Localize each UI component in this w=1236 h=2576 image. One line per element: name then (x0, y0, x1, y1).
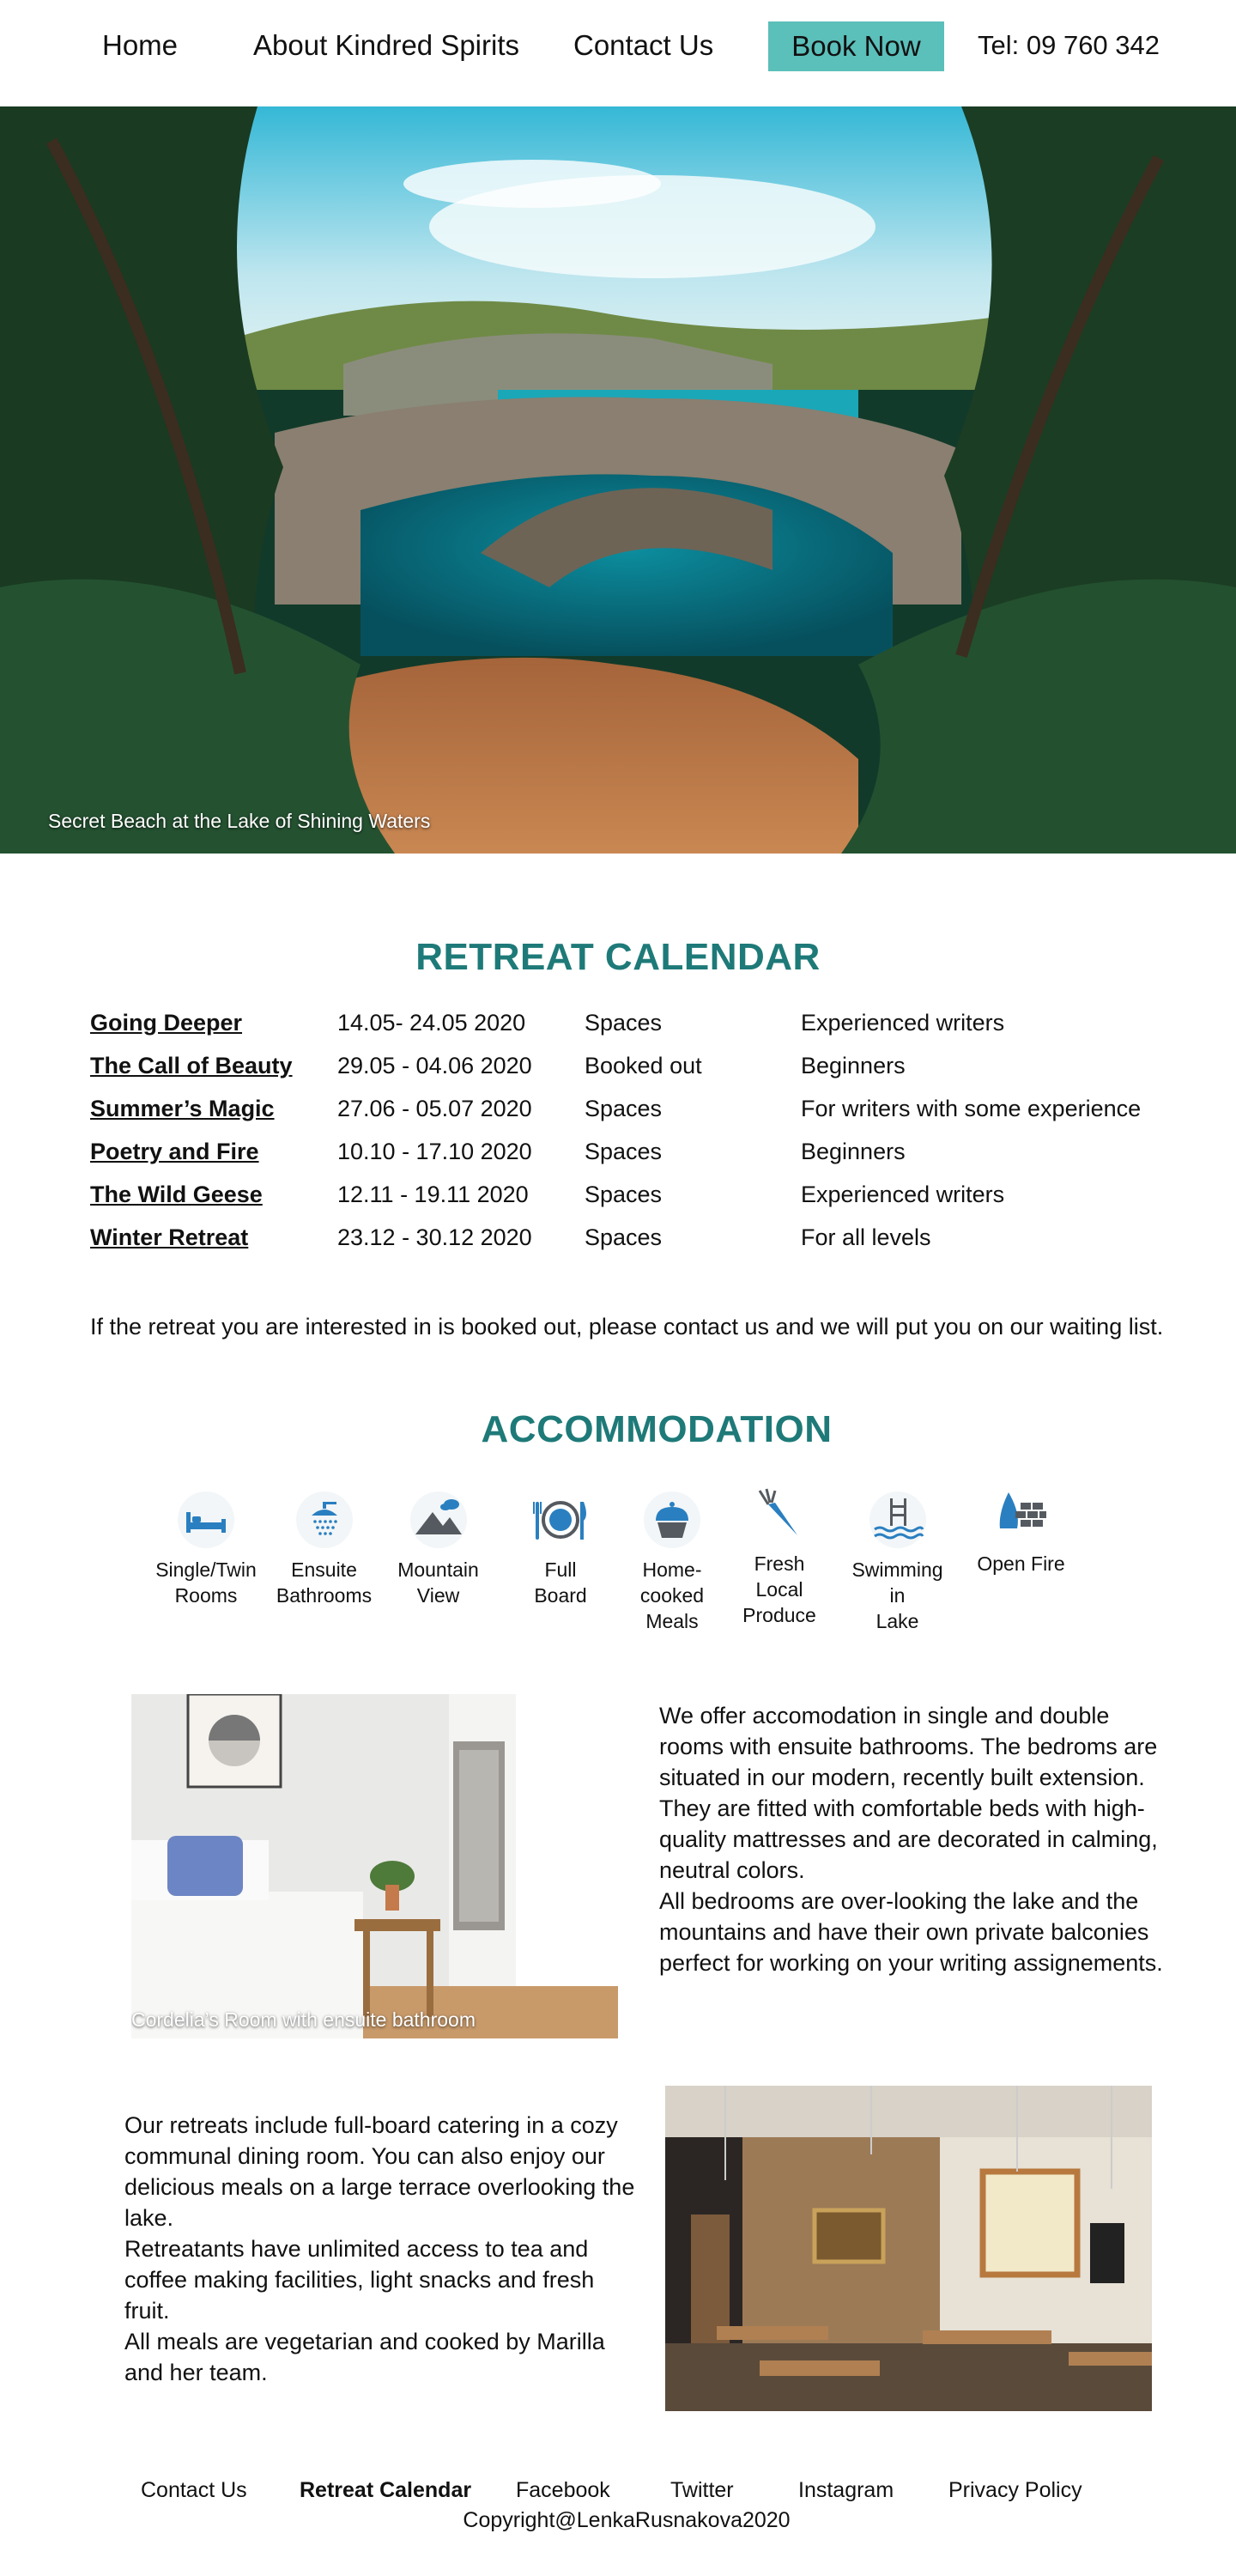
amenity-label: Open Fire (977, 1552, 1065, 1575)
retreat-level: Experienced writers (801, 1010, 1005, 1036)
retreat-status: Spaces (585, 1224, 663, 1250)
retreat-name-link[interactable]: The Wild Geese (90, 1182, 263, 1208)
top-navigation: Home About Kindred Spirits Contact Us Bo… (0, 0, 1236, 106)
retreat-level: Experienced writers (801, 1182, 1005, 1207)
amenity-label: Rooms (174, 1584, 238, 1607)
amenity-label: Board (534, 1584, 587, 1607)
room-description: We offer accomodation in single and doub… (659, 1700, 1174, 1978)
amenity-swimming: Swimming in Lake (844, 1490, 951, 1634)
hero-landscape-illustration (0, 106, 1236, 854)
retreat-name-link[interactable]: Going Deeper (90, 1010, 242, 1036)
retreat-dates: 23.12 - 30.12 2020 (337, 1224, 532, 1250)
room-photo: Cordelia’s Room with ensuite bathroom (131, 1694, 618, 2038)
dining-description-paragraph: Retreatants have unlimited access to tea… (124, 2236, 595, 2324)
mountain-icon (409, 1492, 467, 1548)
retreat-dates: 12.11 - 19.11 2020 (337, 1182, 529, 1207)
retreat-dates: 27.06 - 05.07 2020 (337, 1096, 532, 1121)
amenity-label: View (416, 1584, 460, 1607)
hero-caption: Secret Beach at the Lake of Shining Wate… (48, 810, 431, 832)
dining-description-paragraph: All meals are vegetarian and cooked by M… (124, 2329, 605, 2385)
amenity-label: Full (544, 1558, 577, 1581)
retreat-name-link[interactable]: Poetry and Fire (90, 1139, 259, 1165)
footer-contact-link[interactable]: Contact Us (141, 2478, 247, 2503)
table-row: Summer’s Magic 27.06 - 05.07 2020 Spaces… (90, 1096, 1206, 1139)
accommodation-title: ACCOMMODATION (481, 1408, 833, 1450)
retreat-level: Beginners (801, 1053, 906, 1078)
carrot-icon (758, 1488, 797, 1535)
copyright-text: Copyright@LenkaRusnakova2020 (463, 2508, 791, 2532)
footer-calendar-link[interactable]: Retreat Calendar (300, 2478, 471, 2503)
retreat-status: Spaces (585, 1182, 663, 1207)
table-row: Winter Retreat 23.12 - 30.12 2020 Spaces… (90, 1224, 1206, 1267)
retreat-name-link[interactable]: The Call of Beauty (90, 1053, 293, 1079)
nav-home-link[interactable]: Home (102, 26, 178, 65)
amenity-home-cooked: Home- cooked Meals (629, 1490, 715, 1634)
bedroom-illustration (131, 1694, 618, 2038)
retreat-level: For all levels (801, 1224, 931, 1250)
amenity-label: Local (755, 1578, 803, 1601)
phone-number: Tel: 09 760 342 (978, 30, 1160, 60)
table-row: The Wild Geese 12.11 - 19.11 2020 Spaces… (90, 1182, 1206, 1224)
retreat-calendar-table: Going Deeper 14.05- 24.05 2020 Spaces Ex… (90, 1010, 1206, 1267)
amenity-label: Produce (742, 1604, 816, 1626)
retreat-level: Beginners (801, 1139, 906, 1164)
amenity-label: Lake (876, 1610, 919, 1632)
calendar-title: RETREAT CALENDAR (415, 936, 821, 978)
amenity-label: Home- (642, 1558, 702, 1581)
shower-icon (295, 1492, 353, 1548)
dining-room-photo (665, 2086, 1152, 2411)
amenity-label: in (889, 1584, 906, 1607)
hero-image: Secret Beach at the Lake of Shining Wate… (0, 106, 1236, 854)
amenity-label: Fresh (754, 1552, 805, 1575)
footer-facebook-link[interactable]: Facebook (516, 2478, 610, 2503)
cupcake-icon (644, 1492, 700, 1548)
amenity-bathrooms: Ensuite Bathrooms (266, 1490, 382, 1608)
amenity-label: Swimming (851, 1558, 943, 1581)
retreat-level: For writers with some experience (801, 1096, 1142, 1121)
retreat-dates: 29.05 - 04.06 2020 (337, 1053, 532, 1078)
room-description-paragraph: All bedrooms are over-looking the lake a… (659, 1888, 1163, 1976)
footer-twitter-link[interactable]: Twitter (670, 2478, 734, 2503)
nav-about-link[interactable]: About Kindred Spirits (253, 26, 519, 65)
room-caption: Cordelia’s Room with ensuite bathroom (131, 2008, 476, 2031)
dining-description-paragraph: Our retreats include full-board catering… (124, 2112, 635, 2231)
footer-privacy-link[interactable]: Privacy Policy (948, 2478, 1082, 2503)
fireplace-icon (999, 1492, 1046, 1528)
table-row: The Call of Beauty 29.05 - 04.06 2020 Bo… (90, 1053, 1206, 1096)
table-row: Poetry and Fire 10.10 - 17.10 2020 Space… (90, 1139, 1206, 1182)
nav-contact-link[interactable]: Contact Us (573, 26, 713, 65)
retreat-name-link[interactable]: Winter Retreat (90, 1224, 248, 1251)
retreat-status: Spaces (585, 1139, 663, 1164)
amenity-fresh-produce: Fresh Local Produce (732, 1484, 827, 1628)
retreat-dates: 14.05- 24.05 2020 (337, 1010, 526, 1036)
amenity-full-board: Full Board (518, 1490, 603, 1608)
amenity-label: Bathrooms (276, 1584, 373, 1607)
amenity-label: Mountain (397, 1558, 479, 1581)
retreat-status: Spaces (585, 1096, 663, 1121)
amenity-label: Meals (645, 1610, 699, 1632)
amenity-label: Ensuite (291, 1558, 357, 1581)
plate-cutlery-icon (533, 1501, 586, 1540)
retreat-status: Booked out (585, 1053, 702, 1078)
amenity-label: Single/Twin (155, 1558, 257, 1581)
room-description-paragraph: We offer accomodation in single and doub… (659, 1703, 1158, 1883)
retreat-dates: 10.10 - 17.10 2020 (337, 1139, 532, 1164)
retreat-name-link[interactable]: Summer’s Magic (90, 1096, 275, 1122)
table-row: Going Deeper 14.05- 24.05 2020 Spaces Ex… (90, 1010, 1206, 1053)
dining-description: Our retreats include full-board catering… (124, 2110, 639, 2388)
dining-room-illustration (665, 2086, 1152, 2411)
amenity-open-fire: Open Fire (967, 1484, 1075, 1577)
retreat-status: Spaces (585, 1010, 663, 1036)
footer-instagram-link[interactable]: Instagram (798, 2478, 894, 2503)
bed-icon (178, 1492, 234, 1548)
amenity-rooms: Single/Twin Rooms (144, 1490, 268, 1608)
pool-ladder-icon (869, 1492, 926, 1548)
amenity-label: cooked (639, 1584, 705, 1607)
book-now-button[interactable]: Book Now (768, 21, 944, 71)
waiting-list-note: If the retreat you are interested in is … (90, 1314, 1164, 1340)
amenity-mountain-view: Mountain View (385, 1490, 492, 1608)
